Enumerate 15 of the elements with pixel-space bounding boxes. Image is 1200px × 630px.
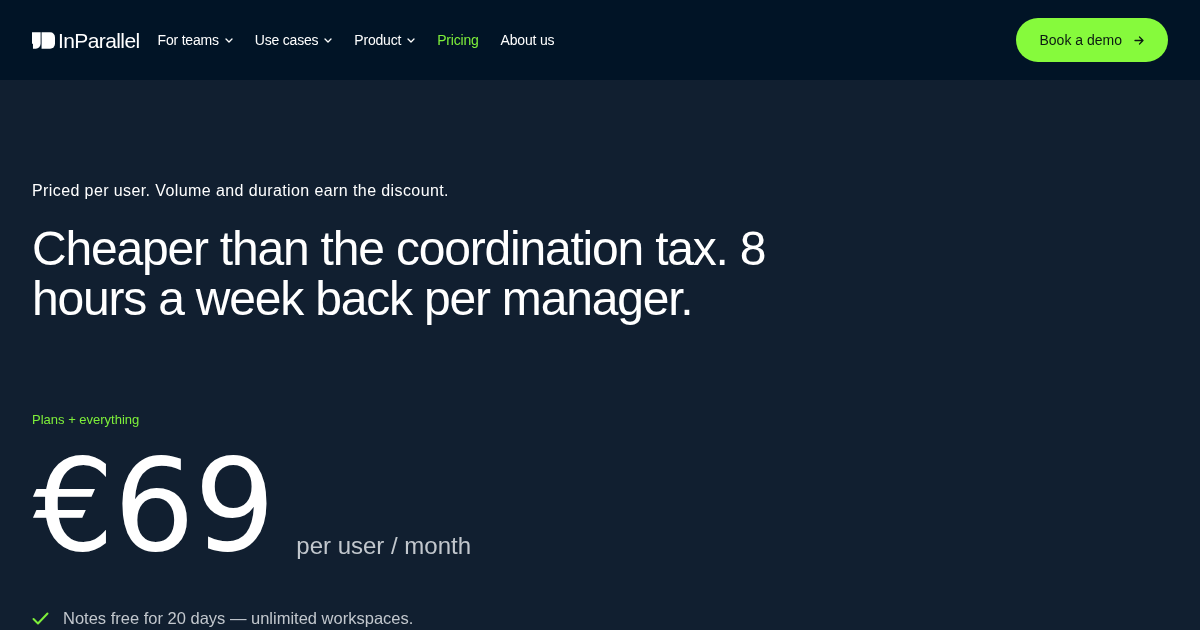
logo-wordmark: InParallel <box>58 29 140 51</box>
nav-link[interactable]: Product <box>354 29 416 51</box>
plan-label: Plans + everything <box>32 412 141 428</box>
nav-link[interactable]: For teams <box>157 29 233 51</box>
book-demo-button[interactable]: Book a demo <box>1015 18 1168 62</box>
arrow-right-icon <box>1134 35 1144 45</box>
headline: Cheaper than the coordination tax. 8 hours a week back per manager. <box>32 224 767 324</box>
price-text: €69 <box>33 444 275 568</box>
eyebrow-text: Priced per user. Volume and duration earn the discount. <box>32 181 450 201</box>
nav-link[interactable]: Pricing <box>437 29 479 51</box>
nav-link[interactable]: About us <box>500 29 555 51</box>
nav-link[interactable]: Use cases <box>254 29 333 51</box>
price-unit: per user / month <box>296 532 472 560</box>
logo-mark-icon <box>32 31 55 49</box>
feature-text: Notes free for 20 days — unlimited workspaces. <box>63 608 414 628</box>
